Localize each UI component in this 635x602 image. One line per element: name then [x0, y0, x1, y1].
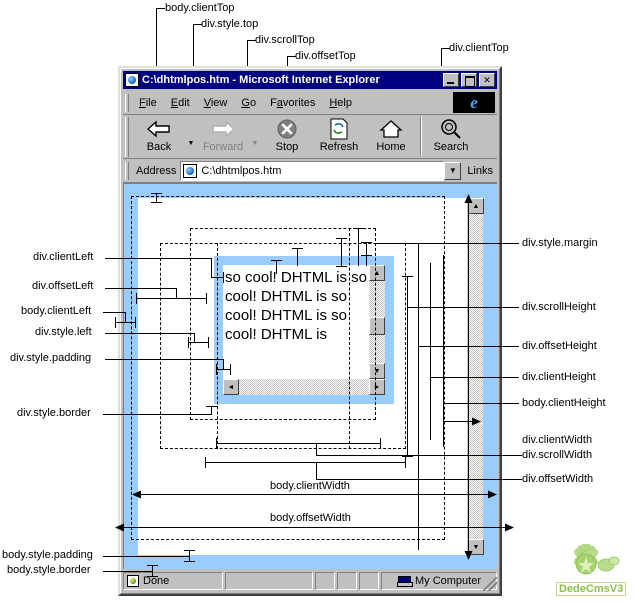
plant-logo-icon: [573, 543, 620, 575]
close-icon: ✕: [483, 75, 491, 85]
computer-icon: [396, 575, 413, 587]
callout-div-style-top: div.style.top: [201, 18, 259, 30]
security-zone-label: My Computer: [414, 575, 482, 587]
status-message-panel: Done: [123, 572, 223, 590]
links-button[interactable]: Links: [463, 165, 497, 177]
menu-item-go[interactable]: Go: [234, 95, 263, 111]
callout-div-style-padding: div.style.padding: [10, 352, 92, 364]
toolbar-label-refresh: Refresh: [319, 141, 359, 153]
callout-div-style-border: div.style.border: [17, 407, 91, 419]
ie-document-icon: [125, 73, 139, 87]
diagram-stage: body.clientTop div.style.top div.scrollT…: [0, 0, 635, 602]
arrow-left-offsetwidth: [115, 523, 124, 532]
status-progress-panel: [225, 572, 313, 590]
forward-dropdown-arrow[interactable]: ▼: [249, 140, 261, 147]
watermark-logo: DedeCmsV3: [556, 541, 632, 599]
callout-div-scrollHeight: div.scrollHeight: [522, 301, 596, 313]
toolbar-button-refresh[interactable]: Refresh: [313, 115, 365, 157]
addressbar-grip[interactable]: [125, 161, 129, 180]
minimize-button[interactable]: [443, 73, 459, 87]
menubar-grip[interactable]: [125, 93, 129, 112]
toolbar-button-back[interactable]: Back: [133, 115, 185, 157]
page-icon: [183, 163, 198, 178]
toolbar-button-stop[interactable]: Stop: [261, 115, 313, 157]
callout-div-clientLeft: div.clientLeft: [33, 251, 94, 263]
menu-item-file[interactable]: File: [132, 95, 164, 111]
address-label: Address: [136, 164, 177, 177]
refresh-icon: [329, 117, 349, 141]
callout-div-clientTop: div.clientTop: [449, 42, 509, 54]
toolbar-label-stop: Stop: [275, 141, 299, 153]
callout-body-clientTop: body.clientTop: [165, 2, 235, 14]
address-input[interactable]: C:\dhtmlpos.htm: [180, 160, 445, 181]
menu-item-favorites[interactable]: Favorites: [263, 95, 322, 111]
callout-div-offsetTop: div.offsetTop: [295, 50, 356, 62]
callout-div-offsetWidth: div.offsetWidth: [522, 473, 594, 485]
callout-body-style-border: body.style.border: [7, 564, 91, 576]
toolbar-button-home[interactable]: Home: [365, 115, 417, 157]
status-bar: Done My Computer: [123, 571, 497, 591]
stop-icon: [276, 117, 298, 141]
arrow-left-clientwidth: [132, 490, 141, 499]
address-value: C:\dhtmlpos.htm: [201, 164, 282, 177]
menu-bar: File Edit View Go Favorites Help e: [123, 91, 497, 115]
back-dropdown-arrow[interactable]: ▼: [185, 140, 197, 147]
callout-div-offsetLeft: div.offsetLeft: [32, 280, 94, 292]
toolbar-label-home: Home: [376, 141, 406, 153]
status-panel-b: [337, 572, 357, 590]
ie-animated-logo: e: [453, 92, 495, 113]
window-controls: ✕: [443, 73, 495, 87]
toolbar-button-search[interactable]: Search: [425, 115, 477, 157]
toolbar-button-forward[interactable]: Forward: [197, 115, 249, 157]
status-panel-a: [315, 572, 335, 590]
arrow-down-spine: [464, 551, 473, 560]
callout-div-clientWidth: div.clientWidth: [522, 434, 593, 446]
arrow-right-clientwidth: [488, 490, 497, 499]
home-icon: [379, 117, 403, 141]
callout-div-clientHeight: div.clientHeight: [522, 371, 596, 383]
arrow-up-spine: [464, 194, 473, 203]
watermark-text: DedeCmsV3: [556, 582, 627, 596]
forward-arrow-icon: [210, 117, 236, 141]
toolbar-label-forward: Forward: [202, 141, 244, 153]
callout-body-clientLeft: body.clientLeft: [21, 305, 92, 317]
toolbar-separator: [420, 117, 422, 155]
chevron-down-icon[interactable]: ▼: [444, 161, 462, 180]
address-bar: Address C:\dhtmlpos.htm ▼ Links: [123, 159, 497, 183]
browser-toolbar: Back ▼ Forward ▼ Stop Refresh Home Searc…: [123, 115, 497, 159]
menu-item-help[interactable]: Help: [322, 95, 359, 111]
toolbar-grip[interactable]: [125, 117, 129, 157]
callout-div-style-left: div.style.left: [35, 326, 92, 338]
search-icon: [440, 117, 462, 141]
toolbar-label-back: Back: [146, 141, 172, 153]
window-titlebar: C:\dhtmlpos.htm - Microsoft Internet Exp…: [123, 71, 497, 89]
callout-div-scrollTop: div.scrollTop: [255, 34, 315, 46]
callout-body-clientHeight: body.clientHeight: [522, 397, 606, 409]
back-arrow-icon: [146, 117, 172, 141]
menu-item-view[interactable]: View: [197, 95, 235, 111]
callout-div-style-margin: div.style.margin: [522, 237, 598, 249]
callout-body-offsetWidth: body.offsetWidth: [270, 512, 351, 524]
callout-body-clientWidth: body.clientWidth: [270, 480, 350, 492]
menu-item-edit[interactable]: Edit: [164, 95, 197, 111]
arrow-right-offsetwidth: [505, 523, 514, 532]
callout-body-style-padding: body.style.padding: [2, 549, 93, 561]
window-title: C:\dhtmlpos.htm - Microsoft Internet Exp…: [142, 74, 380, 86]
status-panel-c: [359, 572, 379, 590]
resize-grip[interactable]: [483, 577, 497, 591]
toolbar-label-search: Search: [433, 141, 469, 153]
maximize-button[interactable]: [461, 73, 477, 87]
page-icon: [127, 575, 139, 587]
callout-div-scrollWidth: div.scrollWidth: [522, 449, 593, 461]
callout-div-offsetHeight: div.offsetHeight: [522, 340, 597, 352]
security-zone-panel[interactable]: My Computer: [381, 572, 497, 590]
close-button[interactable]: ✕: [479, 73, 495, 87]
